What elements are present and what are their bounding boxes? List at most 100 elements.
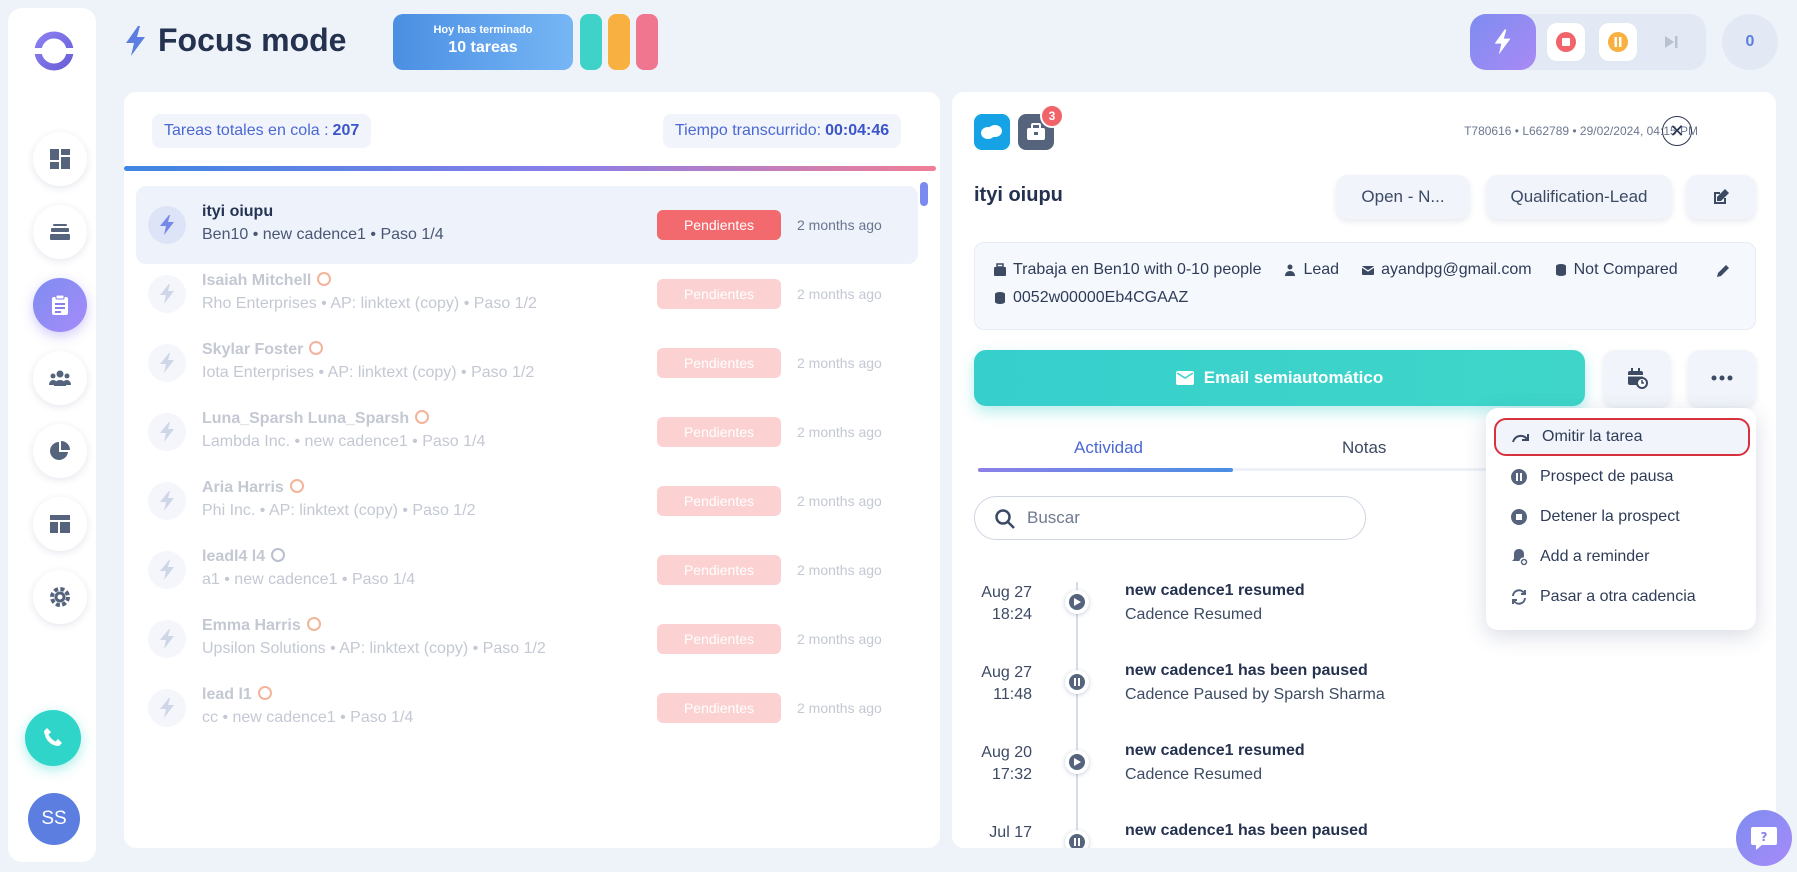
pause-button[interactable] xyxy=(1599,23,1637,61)
task-time: 2 months ago xyxy=(797,424,882,440)
task-name: ityi oiupu xyxy=(202,203,274,220)
compare-info: Not Compared xyxy=(1554,261,1678,279)
stop-icon xyxy=(1511,509,1527,525)
status-badge: Pendientes xyxy=(657,417,781,447)
status-dropdown[interactable]: Open - N... xyxy=(1336,175,1470,219)
edit-info-button[interactable] xyxy=(1715,263,1731,284)
tab-notas[interactable]: Notas xyxy=(1342,438,1386,458)
task-bolt-icon xyxy=(148,482,186,520)
task-bolt-icon xyxy=(148,689,186,727)
globe-icon xyxy=(257,686,272,700)
lead-info-card: Trabaja en Ben10 with 0-10 people Lead a… xyxy=(974,242,1756,330)
sidebar-item-inbox[interactable] xyxy=(33,205,87,259)
page-title: Focus mode xyxy=(158,22,347,58)
menu-item-add-reminder[interactable]: Add a reminder xyxy=(1494,538,1750,576)
globe-icon xyxy=(415,410,430,424)
menu-item-stop-prospect[interactable]: Detener la prospect xyxy=(1494,498,1750,536)
close-button[interactable]: ✕ xyxy=(1662,116,1692,146)
stop-button[interactable] xyxy=(1547,23,1585,61)
play-icon xyxy=(1074,758,1081,766)
task-time: 2 months ago xyxy=(797,631,882,647)
task-subtitle: a1 • new cadence1 • Paso 1/4 xyxy=(202,571,416,588)
menu-item-label: Pasar a otra cadencia xyxy=(1540,588,1696,605)
task-subtitle: Ben10 • new cadence1 • Paso 1/4 xyxy=(202,226,444,243)
crm-id-text: 0052w00000Eb4CGAAZ xyxy=(1013,289,1189,306)
activity-marker xyxy=(1065,670,1089,694)
menu-item-label: Prospect de pausa xyxy=(1540,468,1674,485)
clipboard-icon xyxy=(52,294,68,315)
task-row[interactable]: Emma Harris Upsilon Solutions • AP: linkt… xyxy=(136,600,918,678)
task-time: 2 months ago xyxy=(797,355,882,371)
compare-text: Not Compared xyxy=(1573,261,1678,278)
sidebar-item-reports[interactable] xyxy=(33,424,87,478)
task-name: Aria Harris xyxy=(202,479,304,497)
call-button[interactable] xyxy=(25,710,81,766)
email-info[interactable]: ayandpg@gmail.com xyxy=(1361,261,1532,279)
elapsed-time-label: Tiempo transcurrido: xyxy=(675,122,822,139)
sidebar-item-people[interactable] xyxy=(33,351,87,405)
counter-badge[interactable]: 0 xyxy=(1722,14,1778,70)
app-logo[interactable] xyxy=(33,30,75,72)
gear-icon xyxy=(50,587,70,607)
task-row[interactable]: Aria Harris Phi Inc. • AP: linktext (copy… xyxy=(136,462,918,540)
sidebar-item-tasks[interactable] xyxy=(33,278,87,332)
edit-lead-button[interactable] xyxy=(1686,175,1756,219)
task-row[interactable]: Isaiah Mitchell Rho Enterprises • AP: lin… xyxy=(136,255,918,333)
help-button[interactable]: ? xyxy=(1736,810,1792,866)
activity-description: Cadence Paused by Sparsh Sharma xyxy=(1125,686,1385,703)
sidebar-item-templates[interactable] xyxy=(33,497,87,551)
task-bolt-icon xyxy=(148,551,186,589)
search-input[interactable]: Buscar xyxy=(974,496,1366,540)
pause-icon xyxy=(1511,469,1527,485)
more-options-button[interactable] xyxy=(1688,350,1756,406)
stat-pill-orange xyxy=(608,14,630,70)
stage-dropdown[interactable]: Qualification-Lead xyxy=(1486,175,1672,219)
email-text[interactable]: ayandpg@gmail.com xyxy=(1381,261,1532,279)
sidebar: SS xyxy=(8,8,96,862)
menu-item-switch-cadence[interactable]: Pasar a otra cadencia xyxy=(1494,578,1750,616)
status-badge: Pendientes xyxy=(657,348,781,378)
pie-chart-icon xyxy=(50,441,70,460)
task-name: Isaiah Mitchell xyxy=(202,272,332,290)
schedule-button[interactable] xyxy=(1603,350,1671,406)
calendar-clock-icon xyxy=(1628,368,1648,389)
task-name: Emma Harris xyxy=(202,617,321,635)
task-subtitle: Phi Inc. • AP: linktext (copy) • Paso 1/… xyxy=(202,502,476,519)
status-badge: Pendientes xyxy=(657,279,781,309)
task-row[interactable]: Skylar Foster Iota Enterprises • AP: link… xyxy=(136,324,918,402)
avatar[interactable]: SS xyxy=(28,793,80,845)
task-row[interactable]: lead l1 cc • new cadence1 • Paso 1/4 Pendi… xyxy=(136,669,918,747)
play-icon xyxy=(1074,598,1081,606)
status-badge: Pendientes xyxy=(657,624,781,654)
sidebar-item-dashboard[interactable] xyxy=(33,132,87,186)
mail-icon xyxy=(1361,266,1375,275)
company-text: Trabaja en Ben10 with 0-10 people xyxy=(1013,261,1262,278)
sidebar-item-settings[interactable] xyxy=(33,570,87,624)
reminder-icon xyxy=(1512,549,1528,566)
tab-actividad[interactable]: Actividad xyxy=(1074,438,1143,458)
mail-icon xyxy=(1175,371,1194,385)
menu-item-skip-task[interactable]: Omitir la tarea xyxy=(1494,418,1750,456)
task-row[interactable]: leadl4 l4 a1 • new cadence1 • Paso 1/4 Pen… xyxy=(136,531,918,609)
globe-icon xyxy=(317,272,332,286)
bolt-icon xyxy=(1494,29,1511,55)
queue-scrollbar[interactable] xyxy=(920,182,928,206)
activity-date: Jul 17 xyxy=(989,824,1032,841)
activity-title: new cadence1 resumed xyxy=(1125,582,1305,599)
email-semiauto-button[interactable]: Email semiautomático xyxy=(974,350,1585,406)
focus-mode-button[interactable] xyxy=(1470,14,1536,70)
task-bolt-icon xyxy=(148,206,186,244)
task-row[interactable]: ityi oiupu Ben10 • new cadence1 • Paso 1/… xyxy=(136,186,918,264)
menu-item-pause-prospect[interactable]: Prospect de pausa xyxy=(1494,458,1750,496)
task-name: lead l1 xyxy=(202,686,272,704)
pause-icon xyxy=(1608,32,1628,52)
dashboard-icon xyxy=(50,149,70,169)
queue-progress-bar xyxy=(124,166,936,171)
task-row[interactable]: Luna_Sparsh Luna_Sparsh Lambda Inc. • new… xyxy=(136,393,918,471)
salesforce-icon[interactable] xyxy=(974,114,1010,150)
activity-title: new cadence1 has been paused xyxy=(1125,822,1368,839)
skip-next-button[interactable] xyxy=(1652,23,1690,61)
focus-controls xyxy=(1470,14,1706,70)
database-icon xyxy=(1555,264,1566,276)
page-header: Focus mode xyxy=(124,22,346,59)
